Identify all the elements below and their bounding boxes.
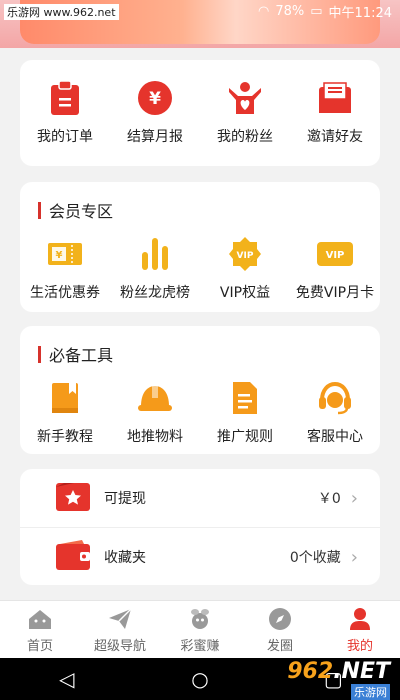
withdraw-row[interactable]: 可提现 ￥0 › bbox=[20, 469, 380, 527]
fan-heart-icon bbox=[225, 78, 265, 118]
my-orders-label: 我的订单 bbox=[37, 129, 93, 145]
tab-home[interactable]: 首页 bbox=[0, 606, 80, 654]
wallet-icon bbox=[54, 538, 92, 576]
book-icon bbox=[45, 378, 85, 418]
free-vip-card-label: 免费VIP月卡 bbox=[295, 285, 375, 301]
headset-icon bbox=[315, 378, 355, 418]
tab-earn[interactable]: 彩蜜赚 bbox=[160, 606, 240, 654]
home-circle-icon[interactable]: ○ bbox=[180, 667, 220, 691]
vip-benefits-button[interactable]: VIP VIP权益 bbox=[200, 234, 290, 302]
document-icon bbox=[225, 378, 265, 418]
invite-friends-button[interactable]: 邀请好友 bbox=[290, 78, 380, 146]
promo-materials-button[interactable]: 地推物料 bbox=[110, 378, 200, 446]
tools-title: 必备工具 bbox=[49, 346, 114, 365]
wallet-star-icon bbox=[54, 479, 92, 517]
watermark-top-left: 乐游网 www.962.net bbox=[4, 4, 119, 20]
watermark-site-name: 乐游网 bbox=[351, 683, 390, 700]
coupon-icon: ¥ bbox=[45, 234, 85, 274]
favorites-label: 收藏夹 bbox=[104, 550, 146, 566]
wifi-icon: ◠ bbox=[257, 3, 270, 19]
account-list-card: 可提现 ￥0 › 收藏夹 0个收藏 › bbox=[20, 469, 380, 585]
bottom-tab-bar: 首页 超级导航 彩蜜赚 发圈 我的 bbox=[0, 600, 400, 658]
my-orders-button[interactable]: 我的订单 bbox=[20, 78, 110, 146]
tools-card: 必备工具 新手教程 地推物料 推广规则 客服中心 bbox=[20, 326, 380, 454]
member-area-header: 会员专区 bbox=[20, 182, 380, 222]
clipboard-icon bbox=[45, 78, 85, 118]
tab-moments[interactable]: 发圈 bbox=[240, 606, 320, 654]
tab-super-nav[interactable]: 超级导航 bbox=[80, 606, 160, 654]
watermark-bottom-right: 962.NET 乐游网 bbox=[250, 658, 400, 700]
user-icon bbox=[347, 606, 373, 632]
tab-super-nav-label: 超级导航 bbox=[93, 638, 146, 654]
paper-plane-icon bbox=[107, 606, 133, 632]
my-fans-button[interactable]: 我的粉丝 bbox=[200, 78, 290, 146]
beginner-tutorial-label: 新手教程 bbox=[37, 429, 93, 445]
section-accent-bar bbox=[38, 345, 41, 363]
life-coupon-button[interactable]: ¥ 生活优惠券 bbox=[20, 234, 110, 302]
vip-card-icon: VIP bbox=[315, 234, 355, 274]
vip-benefits-label: VIP权益 bbox=[219, 285, 271, 301]
helmet-icon bbox=[135, 378, 175, 418]
svg-text:VIP: VIP bbox=[237, 251, 254, 261]
watermark-number: 962 bbox=[287, 658, 334, 684]
tab-mine-label: 我的 bbox=[346, 638, 373, 654]
home-icon bbox=[27, 606, 53, 632]
vip-badge-icon: VIP bbox=[225, 234, 265, 274]
tab-earn-label: 彩蜜赚 bbox=[180, 638, 220, 654]
promo-rules-button[interactable]: 推广规则 bbox=[200, 378, 290, 446]
watermark-domain: .NET bbox=[333, 658, 390, 684]
status-time: 中午11:24 bbox=[328, 5, 392, 21]
bee-icon bbox=[187, 606, 213, 632]
invite-friends-label: 邀请好友 bbox=[307, 129, 363, 145]
svg-text:VIP: VIP bbox=[326, 250, 345, 261]
withdraw-value: ￥0 bbox=[317, 491, 341, 507]
fans-ranking-label: 粉丝龙虎榜 bbox=[120, 285, 190, 301]
compass-icon bbox=[267, 606, 293, 632]
battery-level: 78% bbox=[275, 3, 305, 19]
member-area-card: 会员专区 ¥ 生活优惠券 粉丝龙虎榜 VIP VIP权益 VIP 免费VIP月卡 bbox=[20, 182, 380, 312]
svg-text:¥: ¥ bbox=[56, 250, 63, 261]
back-icon[interactable]: ◁ bbox=[47, 667, 87, 691]
fans-ranking-button[interactable]: 粉丝龙虎榜 bbox=[110, 234, 200, 302]
promo-materials-label: 地推物料 bbox=[127, 429, 183, 445]
favorites-value: 0个收藏 bbox=[289, 550, 341, 566]
monthly-report-label: 结算月报 bbox=[127, 129, 183, 145]
quick-actions-card: 我的订单 ¥ 结算月报 我的粉丝 邀请好友 bbox=[20, 60, 380, 166]
promo-rules-label: 推广规则 bbox=[217, 429, 273, 445]
tab-moments-label: 发圈 bbox=[266, 638, 293, 654]
customer-service-button[interactable]: 客服中心 bbox=[290, 378, 380, 446]
life-coupon-label: 生活优惠券 bbox=[30, 285, 100, 301]
customer-service-label: 客服中心 bbox=[307, 429, 363, 445]
envelope-icon bbox=[315, 78, 355, 118]
favorites-row[interactable]: 收藏夹 0个收藏 › bbox=[20, 528, 380, 586]
tab-mine[interactable]: 我的 bbox=[320, 606, 400, 654]
withdraw-label: 可提现 bbox=[104, 491, 146, 507]
my-fans-label: 我的粉丝 bbox=[217, 129, 273, 145]
battery-icon: ▭ bbox=[310, 3, 323, 19]
svg-text:¥: ¥ bbox=[149, 89, 161, 109]
free-vip-card-button[interactable]: VIP 免费VIP月卡 bbox=[290, 234, 380, 302]
tools-header: 必备工具 bbox=[20, 326, 380, 366]
chevron-right-icon: › bbox=[350, 487, 358, 509]
section-accent-bar bbox=[38, 201, 41, 219]
tab-home-label: 首页 bbox=[26, 638, 53, 654]
yen-coin-icon: ¥ bbox=[135, 78, 175, 118]
beginner-tutorial-button[interactable]: 新手教程 bbox=[20, 378, 110, 446]
bar-chart-icon bbox=[135, 234, 175, 274]
member-area-title: 会员专区 bbox=[49, 202, 114, 221]
monthly-report-button[interactable]: ¥ 结算月报 bbox=[110, 78, 200, 146]
chevron-right-icon: › bbox=[350, 546, 358, 568]
